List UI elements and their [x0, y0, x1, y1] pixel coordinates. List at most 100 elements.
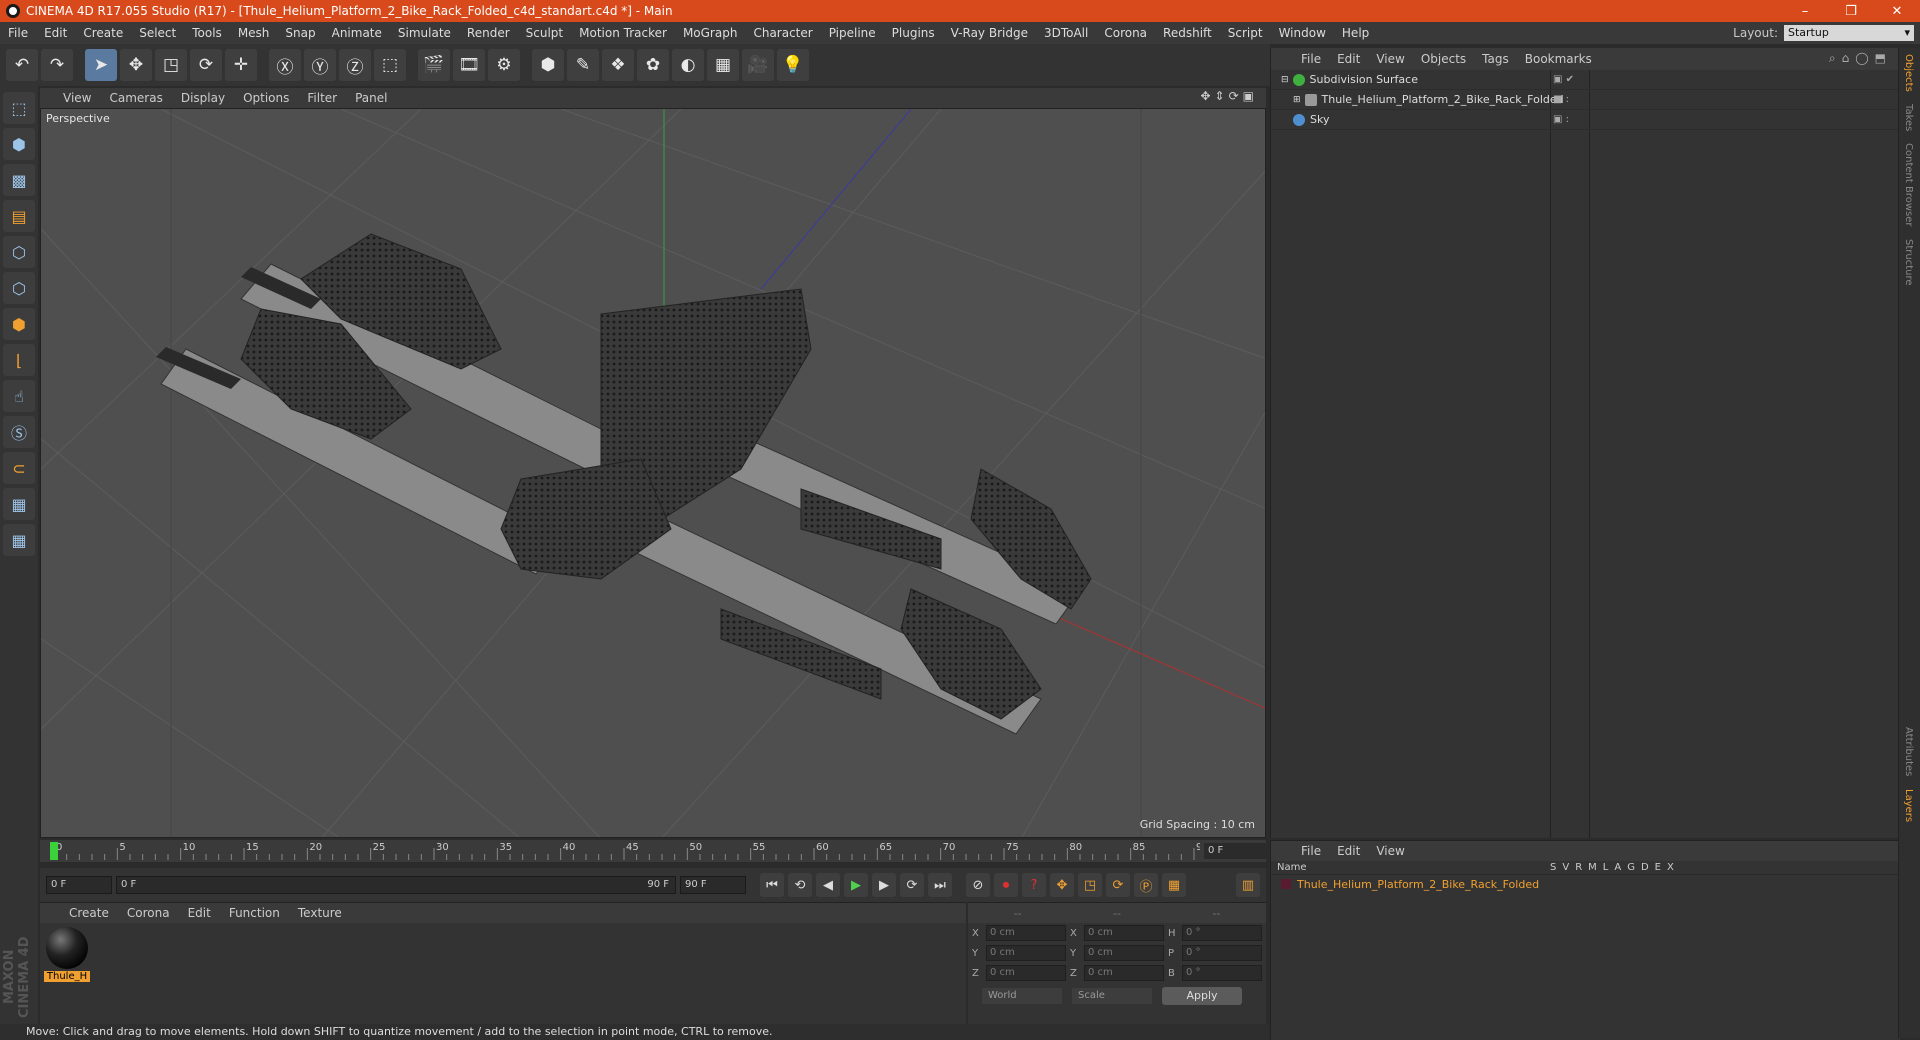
layer-menu-edit[interactable]: Edit [1329, 844, 1368, 858]
world-dropdown[interactable]: World [982, 988, 1062, 1004]
viewport-menu-filter[interactable]: Filter [298, 91, 346, 105]
layer-color-swatch[interactable] [1281, 879, 1291, 889]
layer-menu-view[interactable]: View [1368, 844, 1412, 858]
spline-pen-icon[interactable]: ✎ [567, 49, 599, 81]
light-icon[interactable]: 💡 [777, 49, 809, 81]
viewport-perspective[interactable]: Perspective Grid Spacing : 10 cm [40, 108, 1266, 838]
menu-animate[interactable]: Animate [324, 26, 390, 40]
play-icon[interactable]: ▶ [844, 873, 868, 897]
menu-help[interactable]: Help [1334, 26, 1377, 40]
menu-character[interactable]: Character [745, 26, 820, 40]
object-flags[interactable]: ▣ ✔ [1553, 74, 1574, 85]
viewport-navigation-icons[interactable]: ✥⇕⟳▣ [1200, 89, 1258, 103]
autokey-icon[interactable]: ? [1022, 873, 1046, 897]
menu-vray-bridge[interactable]: V-Ray Bridge [943, 26, 1036, 40]
x-axis-lock-icon[interactable]: Ⓧ [269, 49, 301, 81]
solo-mode-icon[interactable]: Ⓢ [3, 416, 35, 448]
object-menu-view[interactable]: View [1368, 52, 1412, 66]
menu-tools[interactable]: Tools [184, 26, 230, 40]
rotation-b-field[interactable]: 0 ° [1182, 965, 1262, 981]
texture-mode-icon[interactable]: ▩ [3, 164, 35, 196]
menu-plugins[interactable]: Plugins [884, 26, 943, 40]
material-menu-create[interactable]: Create [60, 906, 118, 920]
menu-script[interactable]: Script [1220, 26, 1271, 40]
current-frame-field[interactable]: 0 F [1204, 843, 1266, 859]
points-mode-icon[interactable]: ⬡ [3, 236, 35, 268]
tab-takes[interactable]: Takes [1899, 98, 1918, 137]
previous-frame-icon[interactable]: ◀ [816, 873, 840, 897]
timeline-window-icon[interactable]: ▥ [1236, 873, 1260, 897]
expand-minus-icon[interactable]: ⊟ [1281, 75, 1289, 85]
menu-render[interactable]: Render [459, 26, 518, 40]
size-y-field[interactable]: 0 cm [1084, 945, 1164, 961]
menu-window[interactable]: Window [1271, 26, 1334, 40]
floor-icon[interactable]: ▦ [707, 49, 739, 81]
menu-pipeline[interactable]: Pipeline [821, 26, 884, 40]
menu-file[interactable]: File [0, 26, 36, 40]
key-scale-icon[interactable]: ◳ [1078, 873, 1102, 897]
object-row-sky[interactable]: Sky ▣ : [1271, 110, 1900, 130]
recent-tool-icon[interactable]: ✛ [225, 49, 257, 81]
model-mode-icon[interactable]: ⬢ [3, 128, 35, 160]
viewport-menu-view[interactable]: View [54, 91, 100, 105]
menu-motion-tracker[interactable]: Motion Tracker [571, 26, 675, 40]
key-pla-icon[interactable]: ▦ [1162, 873, 1186, 897]
subdivision-generator-icon[interactable]: ❖ [602, 49, 634, 81]
end-frame-field[interactable]: 90 F [680, 876, 746, 894]
locked-workplane-icon[interactable]: ▦ [3, 488, 35, 520]
key-parameter-icon[interactable]: Ⓟ [1134, 873, 1158, 897]
edges-mode-icon[interactable]: ⬡ [3, 272, 35, 304]
menu-snap[interactable]: Snap [277, 26, 323, 40]
menu-simulate[interactable]: Simulate [390, 26, 459, 40]
undo-icon[interactable]: ↶ [6, 49, 38, 81]
coordinate-system-icon[interactable]: ⬚ [374, 49, 406, 81]
object-menu-tags[interactable]: Tags [1474, 52, 1517, 66]
tab-objects[interactable]: Objects [1899, 48, 1918, 98]
object-flags[interactable]: ■ : [1553, 94, 1569, 105]
object-flags[interactable]: ▣ : [1553, 114, 1569, 125]
go-to-end-icon[interactable]: ⏭ [928, 873, 952, 897]
material-menu-texture[interactable]: Texture [289, 906, 351, 920]
record-keys-icon[interactable]: ⏺ [994, 873, 1018, 897]
scale-dropdown[interactable]: Scale [1072, 988, 1152, 1004]
scale-icon[interactable]: ◳ [155, 49, 187, 81]
menu-edit[interactable]: Edit [36, 26, 75, 40]
z-axis-lock-icon[interactable]: Ⓩ [339, 49, 371, 81]
live-selection-icon[interactable]: ➤ [85, 49, 117, 81]
tab-structure[interactable]: Structure [1899, 233, 1918, 292]
material-swatch[interactable]: Thule_H [44, 927, 90, 987]
tweak-mode-icon[interactable]: ☝ [3, 380, 35, 412]
viewport-menu-display[interactable]: Display [172, 91, 234, 105]
tab-layers[interactable]: Layers [1899, 783, 1918, 828]
rotation-h-field[interactable]: 0 ° [1182, 925, 1262, 941]
move-icon[interactable]: ✥ [120, 49, 152, 81]
key-rotation-icon[interactable]: ⟳ [1106, 873, 1130, 897]
material-menu-corona[interactable]: Corona [118, 906, 179, 920]
viewport-menu-cameras[interactable]: Cameras [100, 91, 171, 105]
menu-sculpt[interactable]: Sculpt [518, 26, 571, 40]
object-menu-file[interactable]: File [1293, 52, 1329, 66]
next-frame-icon[interactable]: ▶ [872, 873, 896, 897]
close-icon[interactable]: ✕ [1874, 4, 1920, 19]
position-z-field[interactable]: 0 cm [986, 965, 1066, 981]
rotation-p-field[interactable]: 0 ° [1182, 945, 1262, 961]
restore-icon[interactable]: ❐ [1828, 4, 1874, 19]
axis-mode-icon[interactable]: ⌊ [3, 344, 35, 376]
material-menu-edit[interactable]: Edit [179, 906, 220, 920]
object-row-subdivision[interactable]: ⊟ Subdivision Surface ▣ ✔ [1271, 70, 1900, 90]
object-menu-bookmarks[interactable]: Bookmarks [1517, 52, 1600, 66]
next-key-icon[interactable]: ⟳ [900, 873, 924, 897]
tab-content-browser[interactable]: Content Browser [1899, 137, 1918, 232]
frame-range-slider[interactable]: 0 F 90 F [116, 876, 676, 894]
object-search-icons[interactable]: ⌕⌂◯⬒ [1829, 51, 1892, 66]
menu-3dtoall[interactable]: 3DToAll [1036, 26, 1096, 40]
previous-key-icon[interactable]: ⟲ [788, 873, 812, 897]
camera-icon[interactable]: 🎥 [742, 49, 774, 81]
layer-row[interactable]: Thule_Helium_Platform_2_Bike_Rack_Folded [1271, 875, 1900, 893]
polygons-mode-icon[interactable]: ⬢ [3, 308, 35, 340]
size-x-field[interactable]: 0 cm [1084, 925, 1164, 941]
menu-mograph[interactable]: MoGraph [675, 26, 746, 40]
magnet-snap-icon[interactable]: ⊂ [3, 452, 35, 484]
go-to-start-icon[interactable]: ⏮ [760, 873, 784, 897]
menu-mesh[interactable]: Mesh [230, 26, 278, 40]
